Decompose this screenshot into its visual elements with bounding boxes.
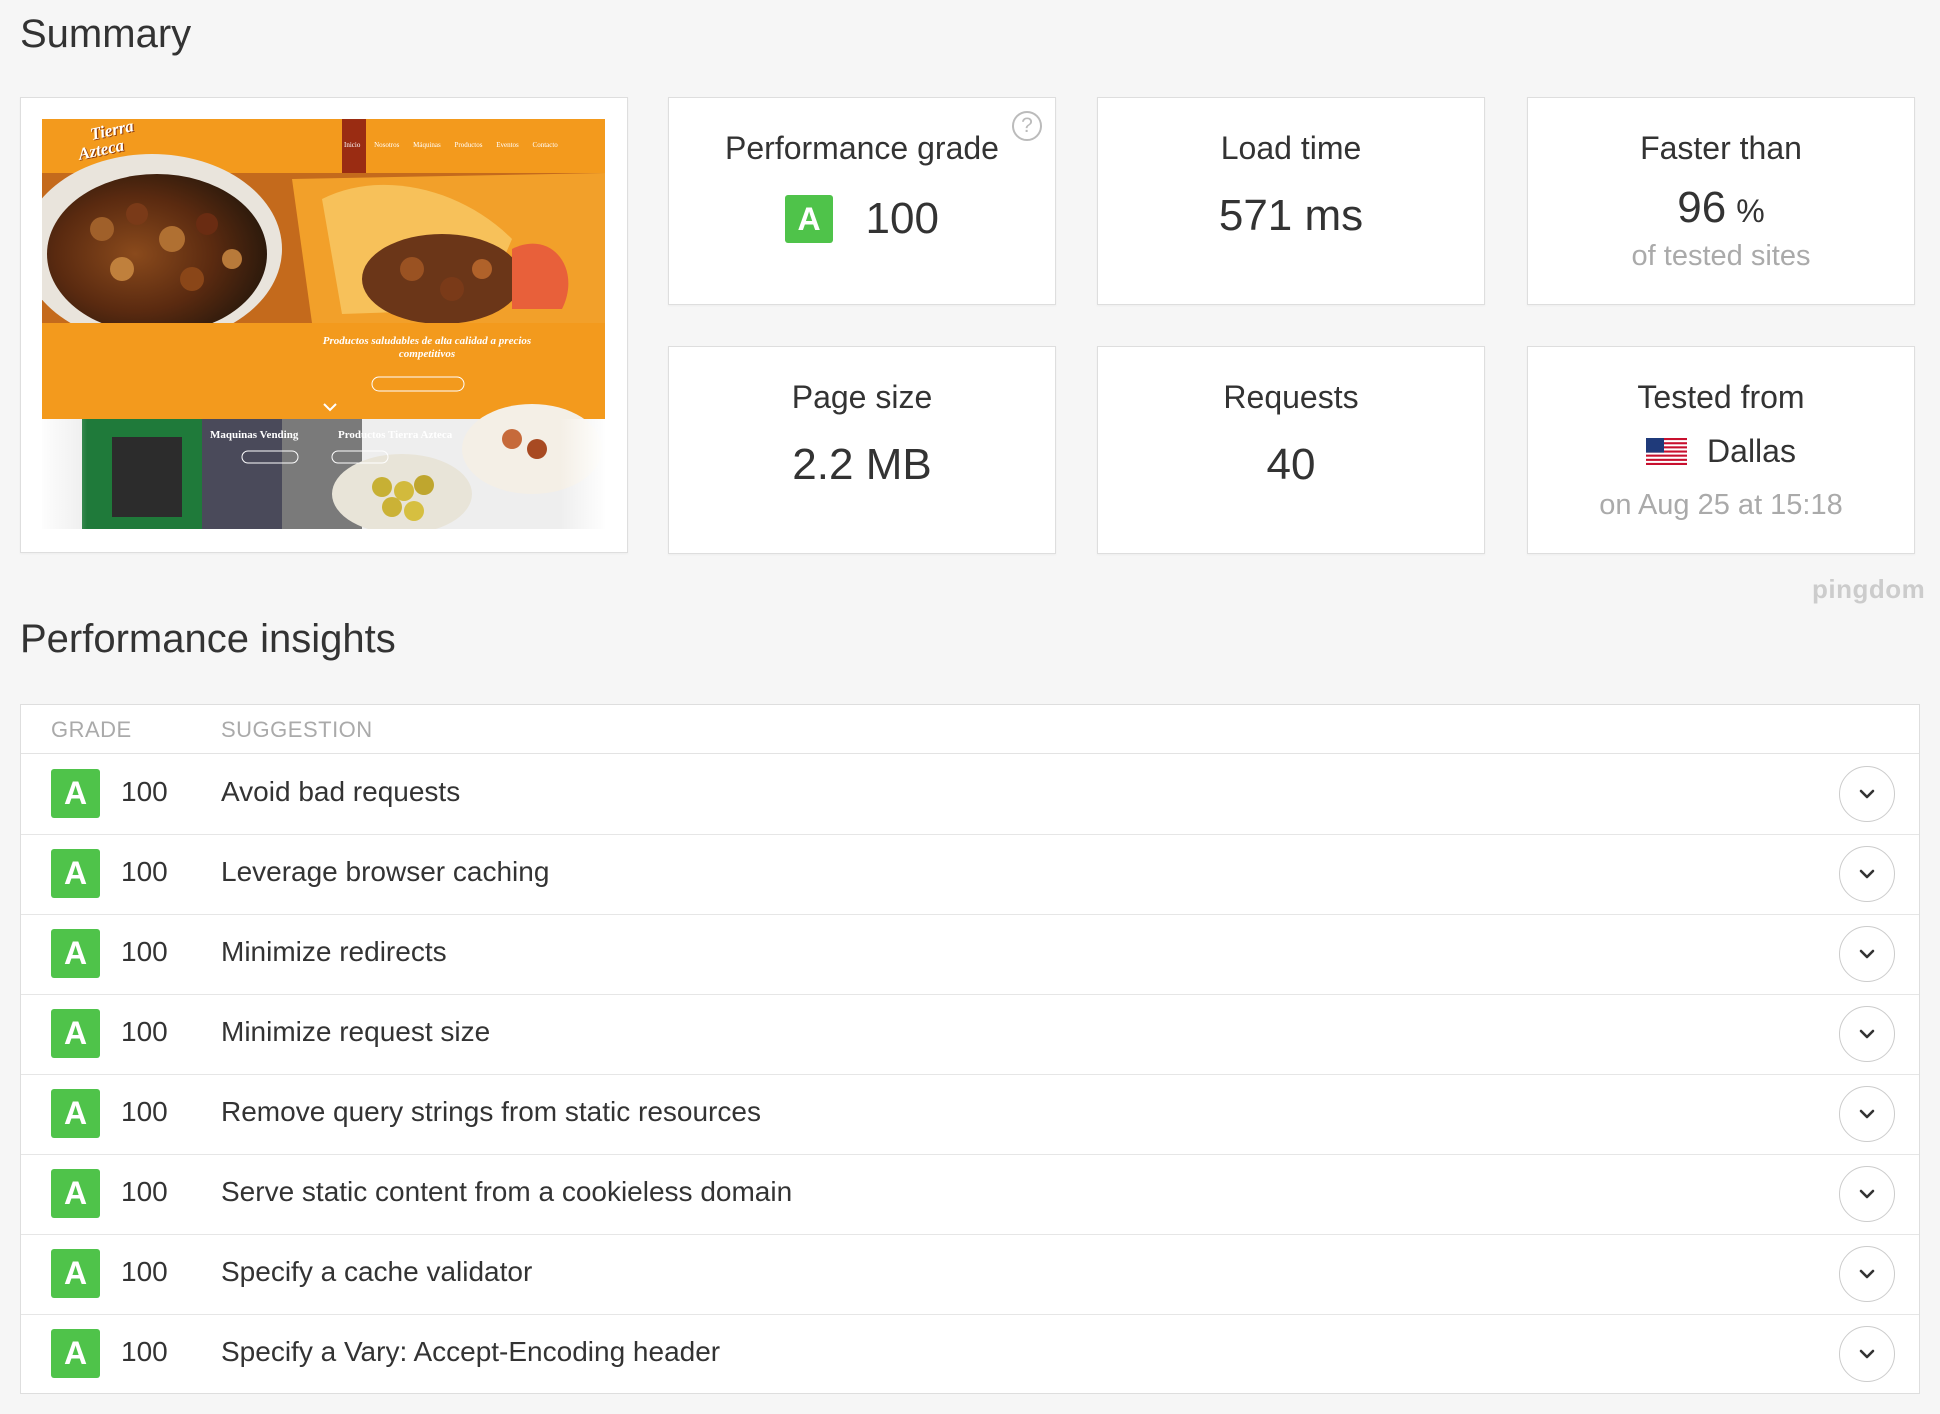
insights-table: GRADE SUGGESTION A 100 Avoid bad request… bbox=[20, 704, 1920, 1394]
table-row[interactable]: A 100 Minimize request size bbox=[21, 994, 1919, 1075]
expand-button[interactable] bbox=[1839, 766, 1895, 822]
tested-from-label: Tested from bbox=[1637, 379, 1805, 415]
suggestion-text: Specify a cache validator bbox=[221, 1256, 533, 1287]
grade-score: 100 bbox=[121, 1096, 168, 1127]
chevron-down-icon bbox=[1859, 1109, 1875, 1119]
grade-score: 100 bbox=[121, 1176, 168, 1207]
grade-badge: A bbox=[51, 1329, 100, 1378]
expand-button[interactable] bbox=[1839, 1006, 1895, 1062]
expand-button[interactable] bbox=[1839, 1086, 1895, 1142]
website-screenshot-card: Tierra Azteca Inicio Nosotros Máquinas P… bbox=[20, 97, 628, 553]
tested-from-card: Tested from Dallas on Aug 25 at 15:18 bbox=[1527, 346, 1915, 554]
grade-badge: A bbox=[51, 1009, 100, 1058]
load-time-card: Load time 571 ms bbox=[1097, 97, 1485, 305]
faster-than-value-row: 96% bbox=[1528, 182, 1914, 237]
load-time-label: Load time bbox=[1220, 130, 1362, 166]
grade-column-header: GRADE bbox=[51, 717, 132, 742]
performance-grade-value: 100 bbox=[865, 194, 939, 243]
grade-badge: A bbox=[51, 769, 100, 818]
suggestion-text: Remove query strings from static resourc… bbox=[221, 1096, 761, 1127]
tested-location: Dallas bbox=[1707, 433, 1796, 469]
grade-badge: A bbox=[51, 1089, 100, 1138]
screenshot-nav-item: Inicio bbox=[344, 141, 361, 149]
screenshot-tile-label: Productos Tierra Azteca bbox=[338, 429, 453, 441]
screenshot-nav-item: Eventos bbox=[496, 141, 519, 149]
faster-than-value: 96 bbox=[1677, 183, 1727, 232]
grade-score: 100 bbox=[121, 1336, 168, 1367]
screenshot-nav-item: Máquinas bbox=[413, 141, 441, 149]
grade-score: 100 bbox=[121, 856, 168, 887]
expand-button[interactable] bbox=[1839, 1246, 1895, 1302]
grade-score: 100 bbox=[121, 936, 168, 967]
tested-date: on Aug 25 at 15:18 bbox=[1599, 489, 1843, 521]
tested-location-row: Dallas bbox=[1528, 431, 1914, 471]
screenshot-nav-item: Contacto bbox=[532, 141, 558, 149]
table-row[interactable]: A 100 Avoid bad requests bbox=[21, 754, 1919, 835]
chevron-down-icon bbox=[1859, 1029, 1875, 1039]
expand-button[interactable] bbox=[1839, 846, 1895, 902]
table-row[interactable]: A 100 Specify a Vary: Accept-Encoding he… bbox=[21, 1314, 1919, 1394]
grade-badge: A bbox=[785, 195, 834, 243]
chevron-down-icon bbox=[1859, 1349, 1875, 1359]
table-row[interactable]: A 100 Leverage browser caching bbox=[21, 834, 1919, 915]
suggestion-text: Avoid bad requests bbox=[221, 776, 461, 807]
us-flag-icon bbox=[1646, 434, 1688, 465]
table-row[interactable]: A 100 Remove query strings from static r… bbox=[21, 1074, 1919, 1155]
pingdom-logo: pingdom bbox=[1812, 574, 1926, 604]
suggestion-text: Minimize request size bbox=[221, 1016, 491, 1047]
load-time-value: 571 ms bbox=[1218, 191, 1364, 240]
expand-button[interactable] bbox=[1839, 1166, 1895, 1222]
table-row[interactable]: A 100 Serve static content from a cookie… bbox=[21, 1154, 1919, 1235]
screenshot-nav: Inicio Nosotros Máquinas Productos Event… bbox=[344, 141, 558, 149]
faster-than-label: Faster than bbox=[1640, 130, 1802, 166]
faster-than-sub: of tested sites bbox=[1631, 240, 1811, 272]
chevron-down-icon bbox=[1859, 949, 1875, 959]
requests-value: 40 bbox=[1266, 440, 1316, 489]
grade-badge: A bbox=[51, 849, 100, 898]
expand-button[interactable] bbox=[1839, 1326, 1895, 1382]
table-row[interactable]: A 100 Specify a cache validator bbox=[21, 1234, 1919, 1315]
percent-unit: % bbox=[1736, 193, 1765, 229]
requests-label: Requests bbox=[1223, 379, 1359, 415]
table-header: GRADE SUGGESTION bbox=[21, 705, 1919, 754]
grade-badge: A bbox=[51, 929, 100, 978]
page-size-label: Page size bbox=[791, 379, 933, 415]
page-size-card: Page size 2.2 MB bbox=[668, 346, 1056, 554]
suggestion-text: Leverage browser caching bbox=[221, 856, 550, 887]
suggestion-text: Minimize redirects bbox=[221, 936, 447, 967]
performance-grade-label: Performance grade bbox=[725, 130, 999, 166]
website-screenshot: Tierra Azteca Inicio Nosotros Máquinas P… bbox=[42, 119, 605, 529]
suggestion-text: Specify a Vary: Accept-Encoding header bbox=[221, 1336, 721, 1367]
grade-badge: A bbox=[51, 1169, 100, 1218]
screenshot-nav-item: Productos bbox=[454, 141, 483, 149]
suggestion-text: Serve static content from a cookieless d… bbox=[221, 1176, 793, 1207]
performance-grade-card: ? Performance grade A 100 bbox=[668, 97, 1056, 305]
chevron-down-icon bbox=[1859, 789, 1875, 799]
requests-card: Requests 40 bbox=[1097, 346, 1485, 554]
suggestion-column-header: SUGGESTION bbox=[221, 717, 373, 742]
table-row[interactable]: A 100 Minimize redirects bbox=[21, 914, 1919, 995]
grade-score: 100 bbox=[121, 776, 168, 807]
faster-than-card: Faster than 96% of tested sites bbox=[1527, 97, 1915, 305]
grade-score: 100 bbox=[121, 1256, 168, 1287]
page-size-value: 2.2 MB bbox=[792, 440, 932, 489]
chevron-down-icon bbox=[1859, 1269, 1875, 1279]
grade-score: 100 bbox=[121, 1016, 168, 1047]
insights-title: Performance insights bbox=[20, 617, 396, 661]
screenshot-tagline: Productos saludables de alta calidad a p… bbox=[322, 335, 532, 360]
screenshot-nav-item: Nosotros bbox=[374, 141, 400, 149]
summary-title: Summary bbox=[20, 12, 192, 56]
chevron-down-icon bbox=[1859, 869, 1875, 879]
screenshot-tile-label: Maquinas Vending bbox=[210, 429, 299, 441]
grade-badge: A bbox=[51, 1249, 100, 1298]
expand-button[interactable] bbox=[1839, 926, 1895, 982]
chevron-down-icon bbox=[1859, 1189, 1875, 1199]
